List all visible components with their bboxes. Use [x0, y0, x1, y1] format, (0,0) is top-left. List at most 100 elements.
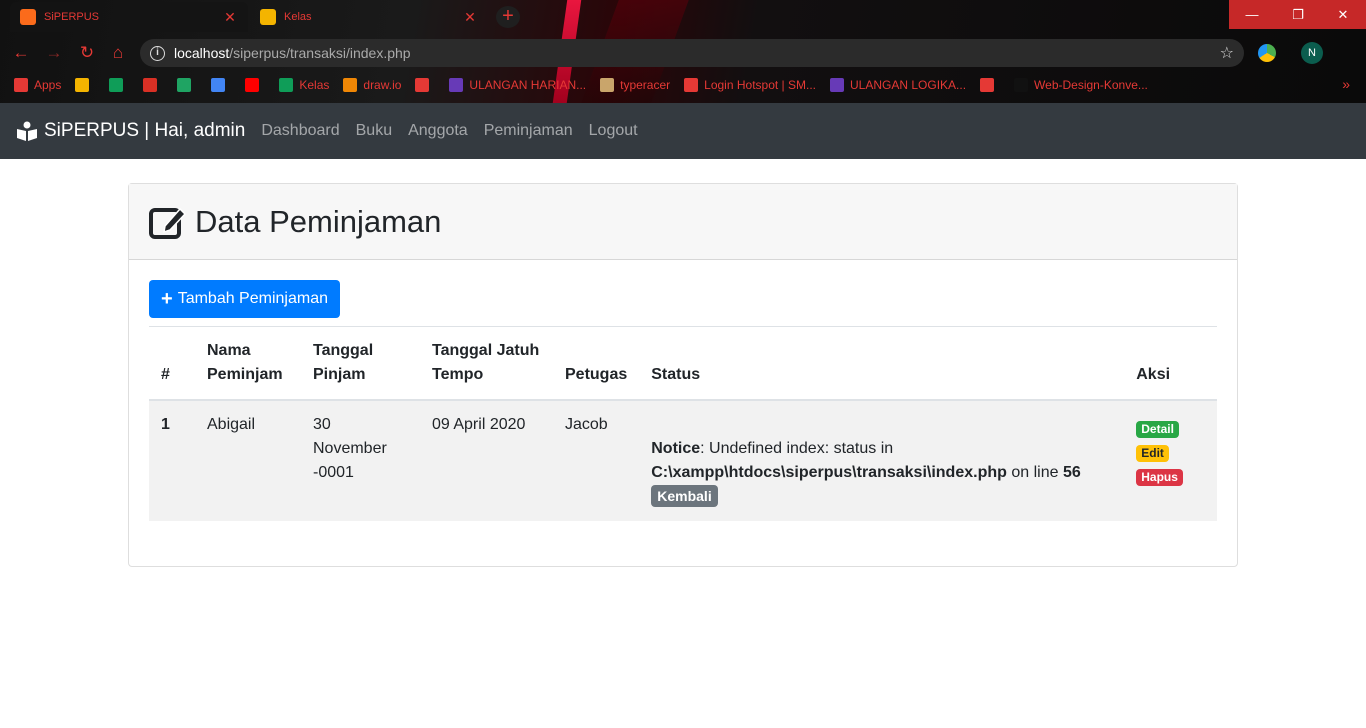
bookmark-item[interactable]	[980, 78, 1000, 92]
peminjaman-table: # Nama Peminjam Tanggal Pinjam Tanggal J…	[149, 326, 1217, 521]
bookmark-item[interactable]: typeracer	[600, 78, 670, 92]
col-header-no: #	[149, 326, 195, 401]
bookmark-label: Login Hotspot | SM...	[704, 78, 816, 92]
bookmark-item[interactable]	[177, 78, 197, 92]
edit-button[interactable]: Edit	[1136, 445, 1169, 462]
bookmark-item[interactable]	[245, 78, 265, 92]
close-window-button[interactable]: ✕	[1320, 0, 1366, 29]
close-tab-icon[interactable]: ✕	[222, 9, 238, 26]
tab-siperpus[interactable]: SiPERPUS ✕	[10, 2, 248, 32]
youtube-icon	[245, 78, 260, 92]
nav-peminjaman[interactable]: Peminjaman	[484, 122, 573, 140]
bookmark-item[interactable]: ULANGAN LOGIKA...	[830, 78, 966, 92]
bookmark-label: Kelas	[299, 78, 330, 92]
notice-line: 56	[1062, 464, 1081, 481]
classroom-icon	[260, 9, 276, 25]
tab-title: SiPERPUS	[44, 11, 100, 23]
profile-avatar[interactable]: N	[1301, 42, 1323, 64]
detail-button[interactable]: Detail	[1136, 421, 1179, 438]
bookmark-label: Web-Design-Konve...	[1034, 78, 1148, 92]
add-button-label: Tambah Peminjaman	[177, 290, 328, 307]
bookmark-label: ULANGAN LOGIKA...	[850, 78, 967, 92]
col-header-tgl-pinjam: Tanggal Pinjam	[301, 326, 420, 401]
plus-icon: +	[161, 288, 173, 310]
globe-icon	[980, 78, 995, 92]
bookmark-label: ULANGAN HARIAN...	[469, 78, 587, 92]
peminjaman-card: Data Peminjaman + Tambah Peminjaman # Na…	[128, 183, 1238, 567]
classroom-icon	[109, 78, 124, 92]
tab-title: Kelas	[284, 11, 312, 23]
cell-no: 1	[149, 400, 195, 521]
notice-online: on line	[1006, 464, 1063, 481]
tab-kelas[interactable]: Kelas ✕	[250, 2, 488, 32]
cell-status: Notice: Undefined index: status in C:\xa…	[639, 400, 1125, 521]
col-header-nama: Nama Peminjam	[195, 326, 301, 401]
bookmark-item[interactable]: Kelas	[279, 78, 329, 92]
add-peminjaman-button[interactable]: + Tambah Peminjaman	[149, 280, 340, 318]
bookmark-star-icon[interactable]: ☆	[1220, 43, 1234, 63]
col-header-tgl-tempo: Tanggal Jatuh Tempo	[420, 326, 553, 401]
bookmark-item[interactable]: draw.io	[343, 78, 401, 92]
bookmark-item[interactable]	[143, 78, 163, 92]
bookmarks-bar: Apps Kelas draw.io ULANGAN HARIAN... typerac…	[0, 72, 1366, 98]
classroom-icon	[279, 78, 294, 92]
nav-logout[interactable]: Logout	[589, 122, 638, 140]
col-header-status: Status	[639, 326, 1125, 401]
new-tab-button[interactable]: +	[496, 6, 520, 28]
site-info-icon[interactable]: i	[150, 45, 165, 61]
globe-icon	[415, 78, 430, 92]
col-header-petugas: Petugas	[553, 326, 640, 401]
home-icon[interactable]: ⌂	[107, 42, 129, 64]
drive-icon	[177, 78, 192, 92]
hapus-button[interactable]: Hapus	[1136, 469, 1183, 486]
bookmark-item[interactable]: ULANGAN HARIAN...	[449, 78, 586, 92]
brand-text: SiPERPUS | Hai, admin	[44, 120, 246, 141]
table-header-row: # Nama Peminjam Tanggal Pinjam Tanggal J…	[149, 326, 1217, 401]
nav-dashboard[interactable]: Dashboard	[261, 122, 339, 140]
bookmark-label: typeracer	[620, 78, 671, 92]
forms-icon	[830, 78, 844, 92]
notice-path: C:\xampp\htdocs\siperpus\transaksi\index…	[651, 464, 1007, 481]
gmail-icon	[143, 78, 158, 92]
notice-text: : Undefined index: status in	[700, 440, 894, 457]
minimize-button[interactable]: —	[1229, 0, 1275, 29]
back-arrow-icon[interactable]: ←	[10, 42, 32, 64]
more-bookmarks-icon[interactable]: »	[1342, 76, 1350, 92]
close-tab-icon[interactable]: ✕	[462, 9, 478, 26]
cell-tgl-pinjam: 30 November -0001	[301, 400, 420, 521]
bookmark-label: Apps	[34, 78, 62, 92]
globe-icon	[684, 78, 699, 92]
address-bar[interactable]: i localhost /siperpus/transaksi/index.ph…	[140, 39, 1244, 67]
nav-buku[interactable]: Buku	[356, 122, 392, 140]
nav-anggota[interactable]: Anggota	[408, 122, 468, 140]
page-title: Data Peminjaman	[195, 203, 442, 239]
github-icon	[1014, 78, 1029, 92]
bookmark-item[interactable]: Apps	[14, 78, 61, 92]
reload-icon[interactable]: ↻	[76, 42, 98, 64]
navbar-brand[interactable]: SiPERPUS | Hai, admin	[16, 120, 245, 142]
reader-icon	[17, 121, 37, 141]
bookmark-item[interactable]: Web-Design-Konve...	[1014, 78, 1148, 92]
forms-icon	[449, 78, 464, 92]
notice-label: Notice	[651, 440, 701, 457]
cell-nama: Abigail	[195, 400, 301, 521]
cell-tgl-tempo: 09 April 2020	[420, 400, 553, 521]
bookmark-label: draw.io	[363, 78, 402, 92]
bookmark-item[interactable]	[109, 78, 129, 92]
extension-icon[interactable]	[1258, 44, 1276, 62]
cell-petugas: Jacob	[553, 400, 640, 521]
browser-toolbar: ← → ↻ ⌂ i localhost /siperpus/transaksi/…	[0, 36, 1366, 70]
bookmark-item[interactable]: Login Hotspot | SM...	[684, 78, 816, 92]
docs-icon	[211, 78, 226, 92]
tab-bar: SiPERPUS ✕ Kelas ✕ + — ❐ ✕	[0, 0, 1366, 34]
bookmark-item[interactable]	[211, 78, 231, 92]
forward-arrow-icon[interactable]: →	[43, 42, 65, 64]
xampp-icon	[20, 9, 36, 25]
apps-grid-icon	[14, 78, 28, 92]
browser-chrome: SiPERPUS ✕ Kelas ✕ + — ❐ ✕ ← → ↻ ⌂ i loc…	[0, 0, 1366, 103]
restore-button[interactable]: ❐	[1275, 0, 1321, 29]
card-header: Data Peminjaman	[129, 184, 1237, 260]
table-row: 1 Abigail 30 November -0001 09 April 202…	[149, 400, 1217, 521]
bookmark-item[interactable]	[75, 78, 95, 92]
bookmark-item[interactable]	[415, 78, 435, 92]
